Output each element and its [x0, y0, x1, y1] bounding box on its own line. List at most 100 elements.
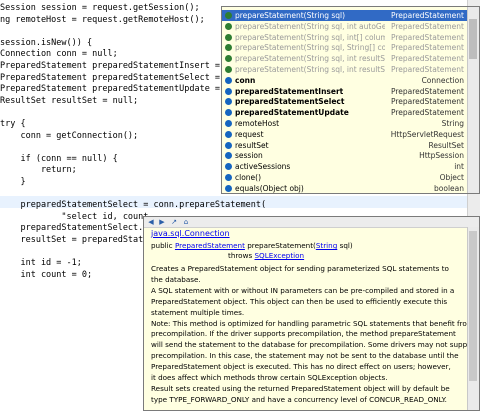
code-line[interactable]: session.isNew()) { — [0, 37, 222, 49]
proposal-item[interactable]: equals(Object obj) boolean — [222, 183, 468, 193]
javadoc-line: it does affect which methods throw certa… — [151, 373, 388, 382]
proposal-item[interactable]: request HttpServletRequest — [222, 129, 468, 140]
javadoc-line: PreparedStatement object. This object ca… — [151, 296, 448, 306]
field-icon — [225, 163, 232, 171]
back-icon[interactable]: ◀ — [147, 218, 155, 226]
javadoc-hover[interactable]: ◀ ▶ ↗ ⌂ java.sql.Connection public Prepa… — [143, 216, 480, 411]
proposal-item[interactable]: prepareStatement(String sql, int resultS… — [222, 53, 468, 64]
code-line[interactable]: PreparedStatement preparedStatementInser… — [0, 60, 222, 72]
code-line[interactable]: conn = getConnection(); — [0, 130, 222, 142]
code-line[interactable] — [0, 106, 222, 118]
proposal-item[interactable]: prepareStatement(String sql, int autoGen… — [222, 21, 468, 32]
proposal-type: PreparedStatement — [390, 65, 464, 74]
code-line[interactable]: try { — [0, 118, 222, 130]
proposal-type: PreparedStatement — [390, 86, 464, 96]
proposal-item[interactable]: preparedStatementInsert PreparedStatement — [222, 86, 468, 97]
proposal-item[interactable]: prepareStatement(String sql, String[] co… — [222, 42, 468, 53]
javadoc-line: precompilation. If the driver supports p… — [151, 329, 456, 339]
proposal-item[interactable]: session HttpSession — [222, 150, 468, 161]
method-icon — [225, 22, 232, 30]
field-icon — [225, 130, 232, 138]
javadoc-line: Result sets created using the returned P… — [151, 383, 450, 393]
javadoc-class-link[interactable]: java.sql.Connection — [151, 229, 230, 240]
field-icon — [225, 152, 232, 160]
code-line[interactable]: ng remoteHost = request.getRemoteHost(); — [0, 14, 222, 26]
javadoc-scrollbar-thumb[interactable] — [469, 231, 477, 381]
code-line[interactable]: resultSet = preparedStatemen — [0, 234, 148, 246]
code-line[interactable]: return; — [0, 164, 222, 176]
proposal-name: preparedStatementUpdate — [235, 108, 349, 118]
javadoc-signature: public PreparedStatement prepareStatemen… — [151, 241, 353, 252]
code-line[interactable] — [0, 188, 222, 200]
proposal-type: HttpSession — [419, 151, 464, 161]
proposal-type: PreparedStatement — [390, 21, 464, 31]
code-line[interactable]: Connection conn = null; — [0, 48, 222, 60]
method-icon — [225, 33, 232, 41]
javadoc-scrollbar[interactable] — [467, 227, 479, 410]
proposal-name: request — [235, 129, 264, 139]
proposal-type: int — [454, 162, 464, 172]
proposal-type: Object — [439, 173, 464, 182]
field-icon — [225, 109, 232, 117]
proposal-item[interactable]: activeSessions int — [222, 161, 468, 172]
proposal-name: prepareStatement(String sql, int autoGen… — [235, 21, 385, 31]
javadoc-line: will send the statement to the database … — [151, 340, 478, 350]
proposal-name: equals(Object obj) — [235, 183, 304, 193]
code-line[interactable]: if (conn == null) { — [0, 153, 222, 165]
proposal-item[interactable]: remoteHost String — [222, 118, 468, 129]
forward-icon[interactable]: ▶ — [158, 218, 166, 226]
proposal-name: resultSet — [235, 140, 269, 150]
proposal-name: session — [235, 151, 263, 161]
proposal-item[interactable]: resultSet ResultSet — [222, 140, 468, 151]
proposal-scrollbar[interactable] — [467, 7, 479, 193]
javadoc-line: PreparedStatement object is executed. Th… — [151, 362, 451, 372]
code-line[interactable]: PreparedStatement preparedStatementUpdat… — [0, 83, 222, 95]
code-line[interactable]: } — [0, 176, 222, 188]
open-declaration-icon[interactable]: ↗ — [170, 218, 178, 226]
code-line[interactable]: PreparedStatement preparedStatementSelec… — [0, 72, 222, 84]
proposal-type: Connection — [421, 75, 464, 85]
content-assist-popup[interactable]: prepareStatement(String sql) PreparedStat… — [221, 6, 480, 194]
code-line[interactable]: Session session = request.getSession(); — [0, 2, 222, 14]
javadoc-line: statement multiple times. — [151, 307, 245, 317]
method-icon — [225, 44, 232, 52]
proposal-item[interactable]: prepareStatement(String sql, int resultS… — [222, 64, 468, 75]
proposal-scrollbar-thumb[interactable] — [469, 19, 477, 59]
code-line[interactable] — [0, 25, 222, 37]
code-line[interactable]: preparedStatementSelect.setS — [0, 222, 148, 234]
return-type-link[interactable]: PreparedStatement — [175, 241, 245, 250]
proposal-type: PreparedStatement — [390, 108, 464, 118]
code-line[interactable]: preparedStatementSelect = conn.prepareSt… — [0, 199, 470, 211]
throws-label: throws — [228, 251, 253, 260]
proposal-type: PreparedStatement — [390, 32, 464, 42]
proposal-type: PreparedStatement — [390, 43, 464, 53]
proposal-type: PreparedStatement — [390, 54, 464, 64]
javadoc-line: Creates a PreparedStatement object for s… — [151, 264, 449, 273]
proposal-name: conn — [235, 75, 256, 85]
javadoc-line: precompilation. In this case, the statem… — [151, 351, 459, 361]
proposal-type: String — [441, 119, 464, 128]
proposal-item[interactable]: prepareStatement(String sql) PreparedStat… — [222, 10, 468, 21]
code-line[interactable]: ResultSet resultSet = null; — [0, 95, 222, 107]
field-icon — [225, 174, 232, 181]
javadoc-line: Note: This method is optimized for handl… — [151, 318, 474, 328]
proposal-item[interactable]: conn Connection — [222, 75, 468, 86]
proposal-item[interactable]: preparedStatementUpdate PreparedStatement — [222, 107, 468, 118]
proposal-item[interactable]: preparedStatementSelect PreparedStatement — [222, 96, 468, 107]
field-icon — [225, 87, 232, 95]
param-type-link[interactable]: String — [316, 241, 337, 250]
signature-method: prepareStatement( — [247, 241, 316, 250]
proposal-item[interactable]: prepareStatement(String sql, int[] colum… — [222, 32, 468, 43]
field-icon — [225, 184, 232, 192]
open-browser-icon[interactable]: ⌂ — [182, 218, 190, 226]
method-icon — [225, 66, 232, 73]
javadoc-toolbar: ◀ ▶ ↗ ⌂ — [144, 217, 479, 228]
code-line[interactable]: "select id, count fr — [0, 211, 148, 223]
proposal-item[interactable]: clone() Object — [222, 172, 468, 183]
proposal-name: remoteHost — [235, 119, 280, 128]
exception-link[interactable]: SQLException — [255, 251, 305, 260]
proposal-type: PreparedStatement — [390, 97, 464, 107]
method-icon — [225, 12, 232, 19]
code-line[interactable] — [0, 141, 222, 153]
proposal-name: preparedStatementSelect — [235, 97, 345, 107]
